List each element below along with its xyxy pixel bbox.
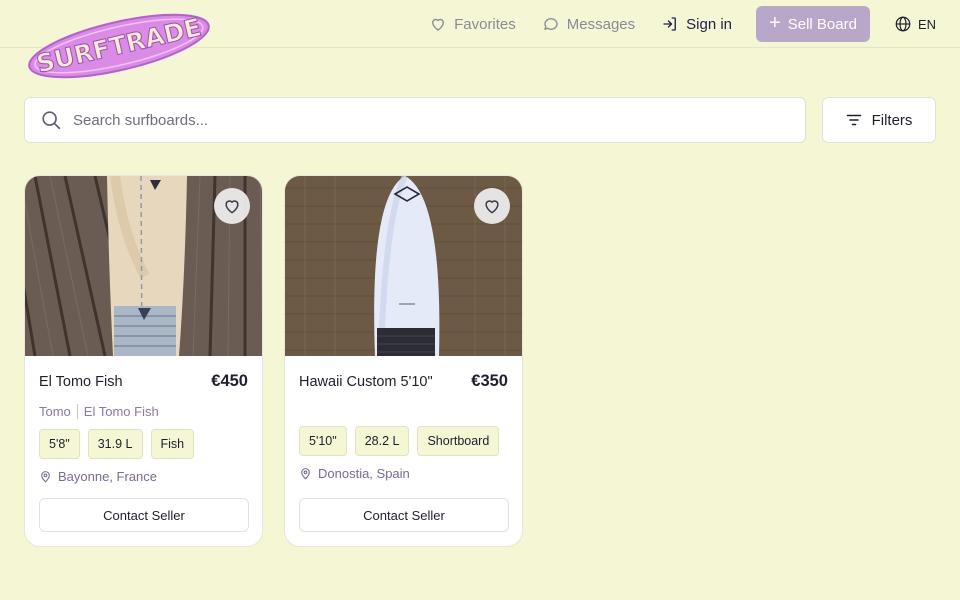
filters-button[interactable]: Filters — [822, 97, 936, 143]
location-pin-icon — [41, 471, 50, 483]
heart-icon — [432, 18, 445, 31]
volume-tag: 31.9 L — [87, 429, 143, 459]
filters-label: Filters — [871, 111, 913, 129]
type-tag: Fish — [150, 429, 195, 459]
listing-price: €450 — [211, 372, 248, 390]
location-pin-icon — [301, 468, 310, 480]
listing-title: El Tomo Fish — [39, 374, 123, 390]
search-bar — [24, 97, 806, 143]
favorites-link[interactable]: Favorites — [429, 15, 516, 33]
search-input[interactable] — [73, 111, 773, 129]
listing-card[interactable]: El Tomo Fish €450 Tomo El Tomo Fish 5'8"… — [24, 175, 263, 547]
globe-icon — [895, 16, 911, 32]
listing-tags: 5'10" 28.2 L Shortboard — [299, 426, 500, 456]
favorite-button[interactable] — [474, 188, 510, 224]
brand-label: Tomo — [39, 404, 71, 419]
heart-icon — [485, 200, 499, 214]
messages-label: Messages — [566, 15, 636, 33]
model-label: El Tomo Fish — [83, 404, 159, 419]
sign-in-label: Sign in — [686, 15, 733, 33]
search-icon — [42, 111, 61, 130]
favorites-label: Favorites — [454, 15, 516, 33]
listing-title: Hawaii Custom 5'10" — [299, 374, 433, 390]
plus-icon: + — [769, 12, 781, 34]
listing-location: Bayonne, France — [39, 469, 157, 484]
filter-icon — [846, 114, 861, 126]
message-icon — [544, 18, 558, 30]
language-label: EN — [917, 16, 936, 32]
contact-seller-button[interactable]: Contact Seller — [39, 498, 249, 532]
contact-seller-button[interactable]: Contact Seller — [299, 498, 509, 532]
length-tag: 5'10" — [299, 426, 347, 456]
sell-board-label: Sell Board — [787, 15, 857, 33]
language-selector[interactable]: EN — [894, 15, 936, 33]
sign-in-link[interactable]: Sign in — [661, 15, 732, 33]
top-header: SURFTRADE Favorites Messages Sign in + S… — [0, 0, 960, 79]
length-tag: 5'8" — [39, 429, 80, 459]
main-nav: Favorites Messages Sign in + Sell Board — [403, 6, 936, 42]
listing-card[interactable]: Hawaii Custom 5'10" €350 5'10" 28.2 L Sh… — [284, 175, 523, 547]
messages-link[interactable]: Messages — [542, 15, 635, 33]
listing-brand-model: Tomo El Tomo Fish — [39, 404, 159, 419]
sell-board-button[interactable]: + Sell Board — [756, 6, 870, 42]
listing-price: €350 — [471, 372, 508, 390]
sign-in-icon — [663, 17, 677, 31]
surftrade-logo[interactable]: SURFTRADE — [24, 8, 214, 84]
volume-tag: 28.2 L — [354, 426, 410, 456]
favorite-button[interactable] — [214, 188, 250, 224]
type-tag: Shortboard — [417, 426, 500, 456]
heart-icon — [225, 200, 239, 214]
brand-separator — [76, 404, 78, 419]
listing-location: Donostia, Spain — [299, 466, 410, 481]
listing-tags: 5'8" 31.9 L Fish — [39, 429, 195, 459]
location-label: Donostia, Spain — [318, 466, 410, 481]
location-label: Bayonne, France — [58, 469, 158, 484]
